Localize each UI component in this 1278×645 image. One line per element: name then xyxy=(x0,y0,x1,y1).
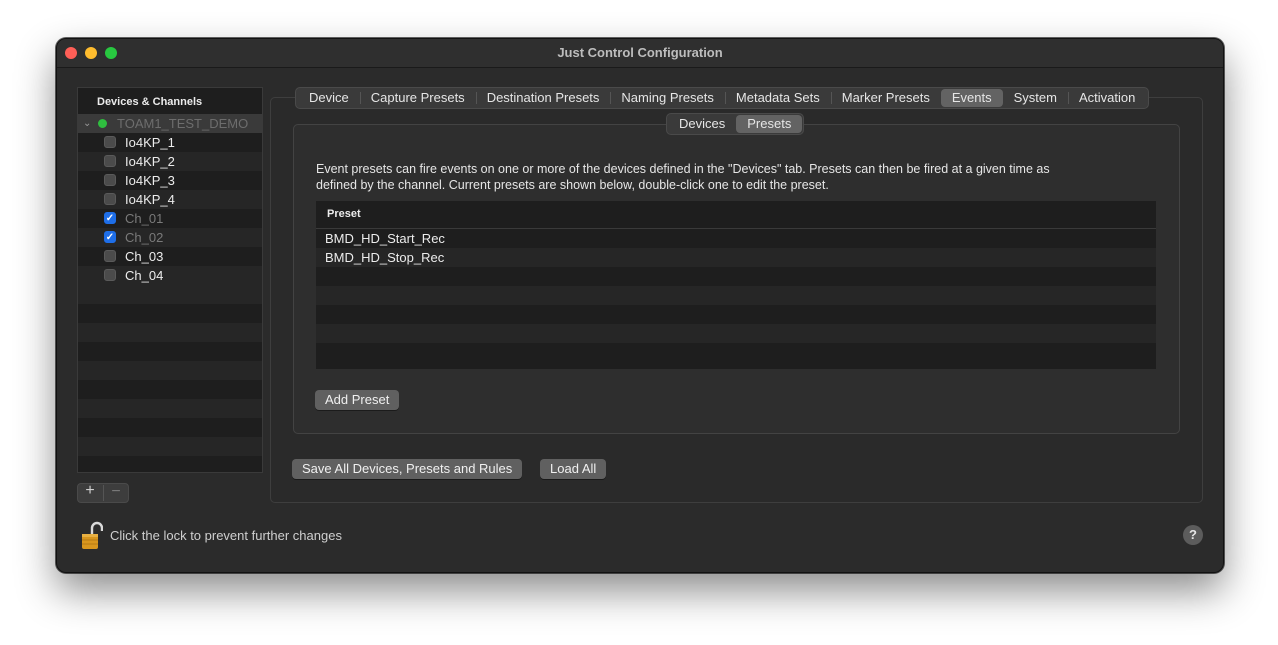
subtab-devices[interactable]: Devices xyxy=(668,114,736,134)
save-all-button[interactable]: Save All Devices, Presets and Rules xyxy=(292,459,523,479)
empty-row xyxy=(78,418,262,437)
channel-label: Io4KP_1 xyxy=(125,135,175,150)
subtab-presets[interactable]: Presets xyxy=(736,115,803,133)
lock-hint: Click the lock to prevent further change… xyxy=(110,528,342,543)
empty-row xyxy=(78,456,262,472)
tab-device[interactable]: Device xyxy=(298,88,360,108)
channel-checkbox[interactable] xyxy=(104,193,116,205)
channel-checkbox[interactable] xyxy=(104,174,116,186)
empty-row xyxy=(78,361,262,380)
empty-row xyxy=(78,342,262,361)
empty-row xyxy=(78,285,262,304)
preset-row[interactable]: BMD_HD_Start_Rec xyxy=(316,229,1156,248)
lock-icon[interactable] xyxy=(81,521,104,551)
empty-preset-row xyxy=(316,343,1156,362)
channel-row[interactable]: Io4KP_2 xyxy=(78,152,262,171)
add-remove-control: + − xyxy=(77,482,129,503)
channel-label: Io4KP_4 xyxy=(125,192,175,207)
events-subtabbar: Devices Presets xyxy=(666,113,805,135)
events-description: Event presets can fire events on one or … xyxy=(316,161,1146,193)
load-all-button[interactable]: Load All xyxy=(540,459,607,479)
empty-row xyxy=(78,399,262,418)
preset-table[interactable]: Preset BMD_HD_Start_Rec BMD_HD_Stop_Rec xyxy=(316,201,1156,369)
channel-checkbox[interactable] xyxy=(104,155,116,167)
channel-label: Ch_01 xyxy=(125,211,164,226)
empty-row xyxy=(78,304,262,323)
channel-row[interactable]: Io4KP_1 xyxy=(78,133,262,152)
description-line-1: Event presets can fire events on one or … xyxy=(316,162,1050,176)
channel-checkbox[interactable] xyxy=(104,136,116,148)
empty-preset-row xyxy=(316,324,1156,343)
device-status-dot xyxy=(98,119,107,128)
tab-system[interactable]: System xyxy=(1003,88,1068,108)
channel-checkbox[interactable]: ✓ xyxy=(104,212,116,224)
remove-device-button[interactable]: − xyxy=(103,484,128,501)
tab-events[interactable]: Events xyxy=(940,89,1003,107)
tab-activation[interactable]: Activation xyxy=(1067,88,1146,108)
tab-destination-presets[interactable]: Destination Presets xyxy=(475,88,611,108)
window-title: Just Control Configuration xyxy=(557,45,723,60)
device-name: TOAM1_TEST_DEMO xyxy=(117,116,249,131)
device-row[interactable]: ⌄ TOAM1_TEST_DEMO xyxy=(78,114,262,133)
empty-row xyxy=(78,323,262,342)
channel-row[interactable]: Io4KP_4 xyxy=(78,190,262,209)
app-window: Just Control Configuration Devices & Cha… xyxy=(56,38,1224,573)
channel-row[interactable]: ✓ Ch_01 xyxy=(78,209,262,228)
add-device-button[interactable]: + xyxy=(78,482,102,500)
devices-channels-list: Devices & Channels ⌄ TOAM1_TEST_DEMO Io4… xyxy=(77,87,263,473)
tab-naming-presets[interactable]: Naming Presets xyxy=(610,88,724,108)
channel-checkbox[interactable] xyxy=(104,250,116,262)
main-tabbar: Device Capture Presets Destination Presets… xyxy=(295,87,1150,109)
help-button[interactable]: ? xyxy=(1183,525,1203,545)
channel-row[interactable]: Io4KP_3 xyxy=(78,171,262,190)
channel-label: Io4KP_2 xyxy=(125,154,175,169)
preset-row[interactable]: BMD_HD_Stop_Rec xyxy=(316,248,1156,267)
empty-row xyxy=(78,437,262,456)
channel-label: Ch_04 xyxy=(125,268,164,283)
tab-marker-presets[interactable]: Marker Presets xyxy=(830,88,941,108)
tab-metadata-sets[interactable]: Metadata Sets xyxy=(724,88,831,108)
channel-label: Io4KP_3 xyxy=(125,173,175,188)
tab-capture-presets[interactable]: Capture Presets xyxy=(359,88,476,108)
add-preset-button[interactable]: Add Preset xyxy=(315,390,400,410)
empty-preset-row xyxy=(316,267,1156,286)
channel-checkbox[interactable]: ✓ xyxy=(104,231,116,243)
title-bar: Just Control Configuration xyxy=(57,39,1223,68)
channel-label: Ch_02 xyxy=(125,230,164,245)
description-line-2: defined by the channel. Current presets … xyxy=(316,178,829,192)
preset-column-header[interactable]: Preset xyxy=(316,201,1156,229)
channel-checkbox[interactable] xyxy=(104,269,116,281)
channel-row[interactable]: Ch_03 xyxy=(78,247,262,266)
channel-row[interactable]: Ch_04 xyxy=(78,266,262,285)
empty-row xyxy=(78,380,262,399)
channel-row[interactable]: ✓ Ch_02 xyxy=(78,228,262,247)
channel-label: Ch_03 xyxy=(125,249,164,264)
empty-preset-row xyxy=(316,286,1156,305)
chevron-down-icon[interactable]: ⌄ xyxy=(83,114,91,133)
empty-preset-row xyxy=(316,305,1156,324)
sidebar-header: Devices & Channels xyxy=(78,88,262,114)
